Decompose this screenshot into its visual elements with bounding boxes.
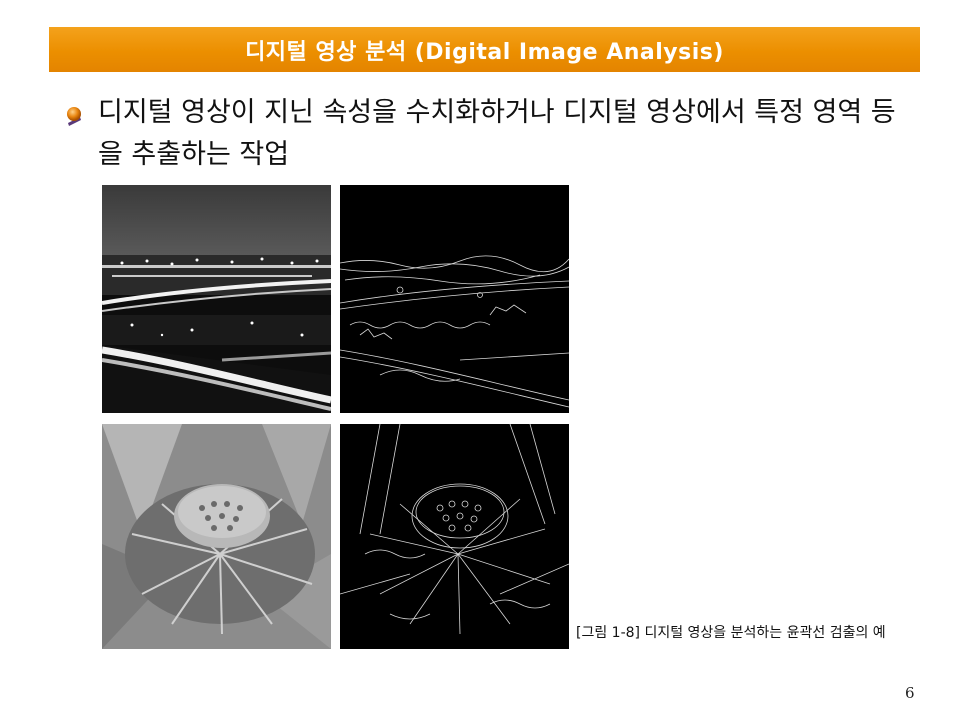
city-night-photo bbox=[102, 185, 331, 413]
page-number: 6 bbox=[905, 684, 915, 702]
lotus-edge-detection-image bbox=[340, 424, 569, 649]
figure-caption: [그림 1-8] 디지털 영상을 분석하는 윤곽선 검출의 예 bbox=[576, 625, 886, 641]
slide-title: 디지털 영상 분석 (Digital Image Analysis) bbox=[245, 39, 724, 65]
slide-title-bar: 디지털 영상 분석 (Digital Image Analysis) bbox=[49, 27, 920, 72]
bullet-text: 디지털 영상이 지닌 속성을 수치화하거나 디지털 영상에서 특정 영역 등을 … bbox=[98, 97, 896, 170]
city-edge-detection-image bbox=[340, 185, 569, 413]
lotus-flower-photo bbox=[102, 424, 331, 649]
orange-ball-bullet-icon bbox=[67, 107, 81, 126]
